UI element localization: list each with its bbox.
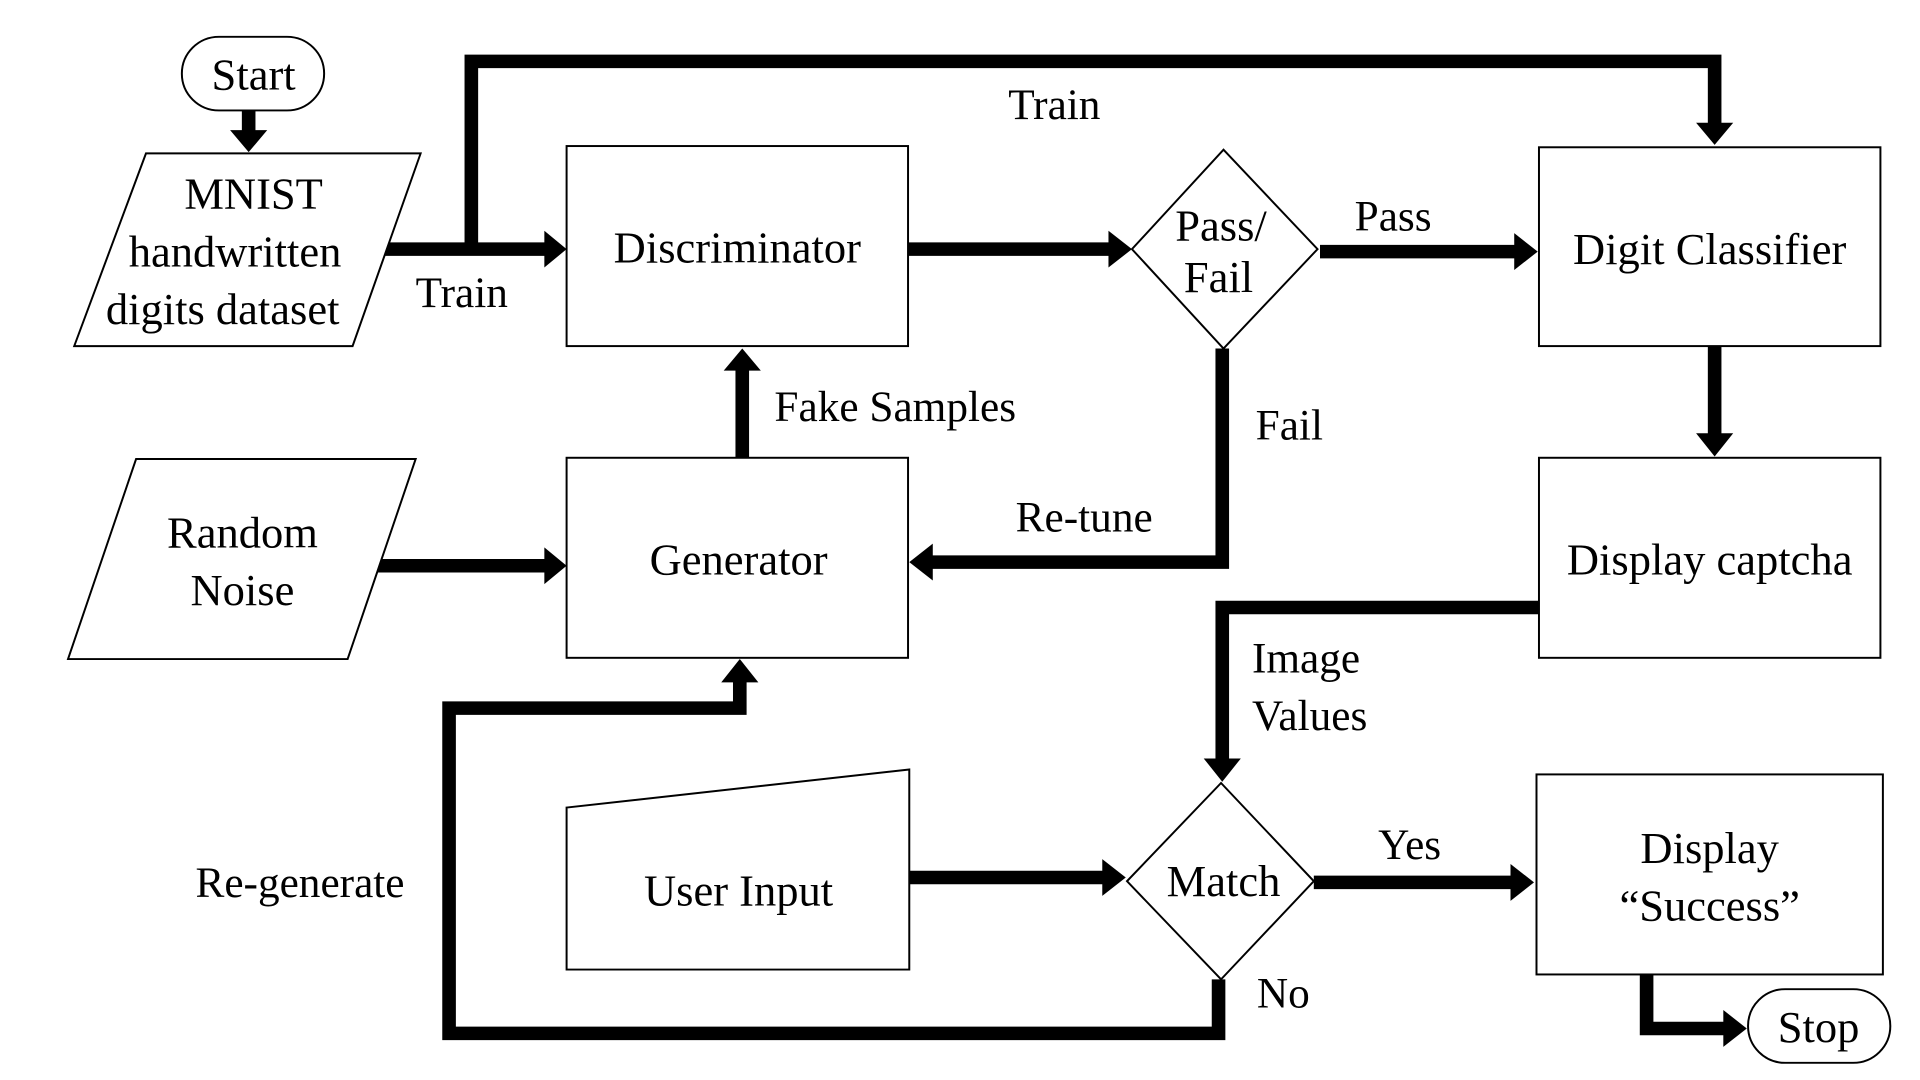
- edge-label-fake-samples: Fake Samples: [774, 384, 1016, 431]
- node-stop: Stop: [1747, 988, 1892, 1064]
- node-discriminator: Discriminator: [565, 145, 910, 348]
- edge-user-input-to-match: [909, 859, 1126, 896]
- node-mnist-dataset: MNIST handwritten digits dataset: [72, 152, 423, 348]
- edge-success-to-stop: [1639, 974, 1747, 1047]
- edge-label-pass: Pass: [1355, 194, 1432, 241]
- process-shape: [1535, 773, 1884, 976]
- node-generator: Generator: [565, 456, 910, 659]
- edge-noise-to-generator: [377, 547, 567, 585]
- edge-label-yes: Yes: [1378, 822, 1441, 869]
- node-display-success-line-2: “Success”: [1619, 881, 1799, 931]
- node-start-label: Start: [212, 50, 297, 100]
- node-discriminator-label: Discriminator: [614, 223, 862, 273]
- node-pass-fail: Pass/ Fail: [1130, 148, 1319, 350]
- node-pass-fail-line-1: Pass/: [1175, 201, 1267, 251]
- node-start: Start: [180, 35, 326, 112]
- node-digit-classifier-label: Digit Classifier: [1573, 224, 1847, 274]
- node-mnist-line-3: digits dataset: [106, 284, 340, 334]
- node-digit-classifier: Digit Classifier: [1537, 146, 1882, 348]
- edge-classifier-to-captcha: [1696, 346, 1734, 457]
- edge-start-to-mnist: [230, 110, 268, 153]
- node-random-noise: Random Noise: [66, 458, 418, 661]
- node-mnist-line-1: MNIST: [184, 169, 323, 219]
- edge-label-re-tune: Re-tune: [1016, 495, 1153, 542]
- node-mnist-line-2: handwritten: [129, 226, 342, 276]
- edge-yes-to-success: [1313, 864, 1535, 901]
- node-user-input: User Input: [565, 768, 911, 971]
- edge-label-train-classifier: Train: [1008, 82, 1100, 129]
- node-display-captcha-label: Display captcha: [1567, 535, 1853, 585]
- edge-label-image: Image: [1252, 636, 1360, 683]
- edge-label-train-discriminator: Train: [416, 270, 508, 317]
- edge-label-no: No: [1257, 971, 1310, 1018]
- edge-label-fail: Fail: [1256, 403, 1323, 450]
- node-match-label: Match: [1167, 856, 1281, 906]
- node-random-noise-line-2: Noise: [191, 565, 295, 615]
- parallelogram-shape: [66, 458, 418, 661]
- edge-generator-to-discriminator: [723, 348, 761, 459]
- node-random-noise-line-1: Random: [167, 508, 318, 558]
- flowchart-canvas: Train Train Pass Fail Re-tune Fake Sampl…: [66, 35, 1892, 1064]
- node-match: Match: [1125, 781, 1316, 981]
- node-stop-label: Stop: [1778, 1002, 1860, 1052]
- node-display-captcha: Display captcha: [1537, 456, 1882, 659]
- node-generator-label: Generator: [650, 535, 828, 585]
- node-user-input-label: User Input: [644, 866, 834, 916]
- node-display-success: Display “Success”: [1535, 773, 1884, 976]
- edge-label-re-generate: Re-generate: [195, 860, 404, 907]
- node-display-success-line-1: Display: [1640, 823, 1779, 873]
- edge-discriminator-to-pass-fail: [908, 230, 1132, 268]
- edge-label-values: Values: [1252, 693, 1367, 740]
- node-pass-fail-line-2: Fail: [1184, 252, 1253, 302]
